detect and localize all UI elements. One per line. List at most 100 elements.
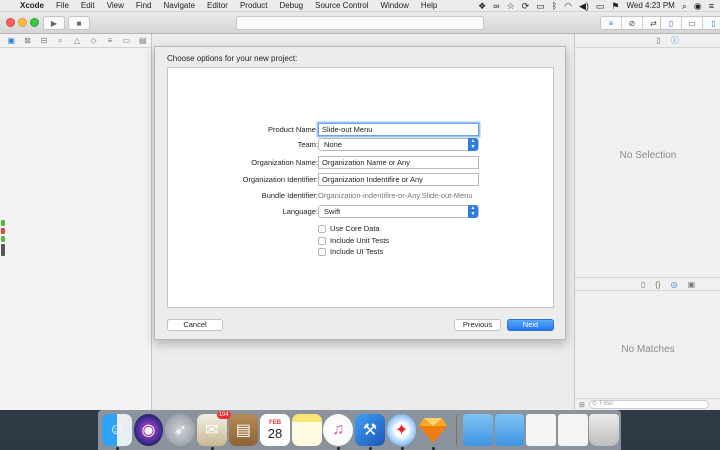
menu-view[interactable]: View (101, 0, 130, 12)
dock-mail[interactable]: ✉ 104 (196, 411, 231, 450)
status-gray-indicator (1, 244, 5, 256)
menu-clock[interactable]: Wed 4:23 PM (627, 1, 675, 10)
mail-stamp-icon: ✉ (205, 422, 219, 439)
window-minimize-button[interactable] (18, 18, 27, 27)
file-template-library-icon[interactable]: ▯ (641, 280, 645, 289)
dock-stack-downloads[interactable] (557, 414, 588, 446)
display-icon[interactable]: ▭ (536, 0, 545, 12)
debug-navigator-icon[interactable]: ≡ (102, 36, 118, 45)
no-selection-label: No Selection (619, 150, 677, 161)
siri-icon[interactable]: ◉ (694, 0, 702, 12)
finder-icon: ☺ (108, 421, 126, 438)
dock-xcode[interactable]: ⚒ (355, 414, 385, 450)
window-zoom-button[interactable] (30, 18, 39, 27)
navigator-toggle-icon[interactable]: ▯ (661, 17, 682, 29)
object-library-icon[interactable]: ◎ (671, 280, 678, 289)
menu-app-name[interactable]: Xcode (18, 0, 50, 12)
bundle-identifier-label: Bundle Identifier: (261, 191, 318, 200)
find-navigator-icon[interactable]: ⌕ (52, 36, 68, 46)
dock-notes[interactable] (291, 414, 322, 446)
debug-area-toggle-icon[interactable]: ▭ (682, 17, 703, 29)
wifi-icon[interactable]: ◠ (564, 0, 572, 12)
include-ui-tests-checkbox[interactable] (318, 247, 326, 256)
code-snippet-library-icon[interactable]: {} (655, 280, 660, 289)
dock-safari[interactable]: ✦ (386, 414, 417, 450)
status-green-indicator (1, 220, 5, 226)
menu-help[interactable]: Help (415, 0, 443, 12)
use-core-data-label: Use Core Data (330, 224, 380, 233)
organization-identifier-row: Organization Identifier: Organization In… (168, 173, 555, 187)
include-ui-tests-label: Include UI Tests (330, 247, 384, 256)
window-close-button[interactable] (6, 18, 15, 27)
dock-launchpad[interactable]: ➶ (165, 414, 196, 446)
include-ui-tests-row[interactable]: Include UI Tests (318, 246, 383, 257)
breakpoint-navigator-icon[interactable]: ▭ (118, 36, 134, 45)
symbol-navigator-icon[interactable]: ⊠ (19, 36, 35, 45)
media-library-icon[interactable]: ▣ (688, 280, 696, 289)
report-navigator-icon[interactable]: ▤ (135, 36, 151, 45)
play-icon: ▶ (50, 18, 58, 28)
menu-product[interactable]: Product (234, 0, 274, 12)
next-button[interactable]: Next (507, 319, 554, 331)
menu-find[interactable]: Find (130, 0, 158, 12)
organization-name-field[interactable]: Organization Name or Any (318, 156, 479, 169)
cancel-button[interactable]: Cancel (167, 319, 223, 331)
dock-sketch[interactable] (418, 414, 448, 450)
notification-center-icon[interactable]: ≡ (709, 0, 714, 12)
grid-view-icon[interactable]: ⊞ (579, 401, 585, 409)
dock-itunes[interactable]: ♫ (323, 414, 354, 450)
previous-button[interactable]: Previous (454, 319, 501, 331)
product-name-field[interactable]: Slide-out Menu (318, 123, 479, 136)
file-inspector-icon[interactable]: ▯ (656, 36, 660, 45)
spotlight-search-icon[interactable]: ⌕ (682, 0, 687, 12)
menu-source-control[interactable]: Source Control (309, 0, 374, 12)
menu-navigate[interactable]: Navigate (157, 0, 201, 12)
library-filter-input[interactable]: ⊙ Filter (588, 400, 709, 409)
dock-calendar[interactable]: FEB 28 (260, 414, 290, 446)
project-navigator-icon[interactable]: ▣ (3, 36, 19, 45)
language-popup[interactable]: Swift ▲ ▼ (318, 205, 479, 218)
stop-button[interactable]: ■ (68, 16, 90, 30)
run-button[interactable]: ▶ (43, 16, 65, 30)
flag-icon[interactable]: ⚑ (611, 0, 619, 12)
editor-mode-control: ≡ ⊘ ⇄ (600, 16, 665, 30)
dropbox-icon[interactable]: ❖ (478, 0, 486, 12)
issue-navigator-icon[interactable]: △ (69, 36, 85, 45)
star-icon[interactable]: ☆ (507, 0, 515, 12)
menu-editor[interactable]: Editor (201, 0, 234, 12)
dock-stack-document[interactable] (526, 414, 557, 446)
dock-contacts[interactable]: ▤ (228, 414, 259, 446)
bluetooth-icon[interactable]: ᛒ (552, 0, 557, 12)
dock-siri[interactable]: ◉ (133, 414, 164, 446)
volume-icon[interactable]: ◀) (579, 0, 589, 12)
test-navigator-icon[interactable]: ◇ (85, 36, 101, 45)
source-control-navigator-icon[interactable]: ⊟ (36, 36, 52, 45)
dock-trash[interactable] (589, 414, 620, 446)
dock-folder-applications[interactable] (462, 414, 493, 446)
menu-file[interactable]: File (50, 0, 75, 12)
sync-icon[interactable]: ⟳ (522, 0, 530, 12)
battery-icon[interactable]: ▭ (596, 0, 605, 12)
filter-icon: ⊙ (591, 401, 597, 407)
include-unit-tests-checkbox[interactable] (318, 236, 326, 245)
filter-placeholder: Filter (599, 401, 614, 407)
dock-folder-documents[interactable] (494, 414, 525, 446)
standard-editor-icon[interactable]: ≡ (601, 17, 622, 29)
team-popup[interactable]: None ▲ ▼ (318, 138, 479, 151)
use-core-data-checkbox[interactable] (318, 224, 326, 233)
organization-identifier-field[interactable]: Organization Indentifire or Any (318, 173, 479, 186)
dock-finder[interactable]: ☺ (102, 414, 132, 450)
assistant-editor-icon[interactable]: ⊘ (622, 17, 643, 29)
loop-icon[interactable]: ∞ (493, 0, 499, 12)
utilities-toggle-icon[interactable]: ▯ (703, 17, 720, 29)
include-unit-tests-row[interactable]: Include Unit Tests (318, 235, 389, 246)
menu-edit[interactable]: Edit (75, 0, 101, 12)
team-row: Team: None ▲ ▼ (168, 138, 555, 152)
use-core-data-row[interactable]: Use Core Data (318, 223, 380, 234)
library-tabs: ▯ {} ◎ ▣ (575, 277, 720, 291)
quick-help-icon[interactable]: ⓘ (671, 35, 679, 46)
menu-debug[interactable]: Debug (274, 0, 310, 12)
options-panel: Product Name: Slide-out Menu Team: None … (167, 67, 554, 308)
menu-window[interactable]: Window (374, 0, 414, 12)
sheet-title: Choose options for your new project: (167, 54, 298, 63)
